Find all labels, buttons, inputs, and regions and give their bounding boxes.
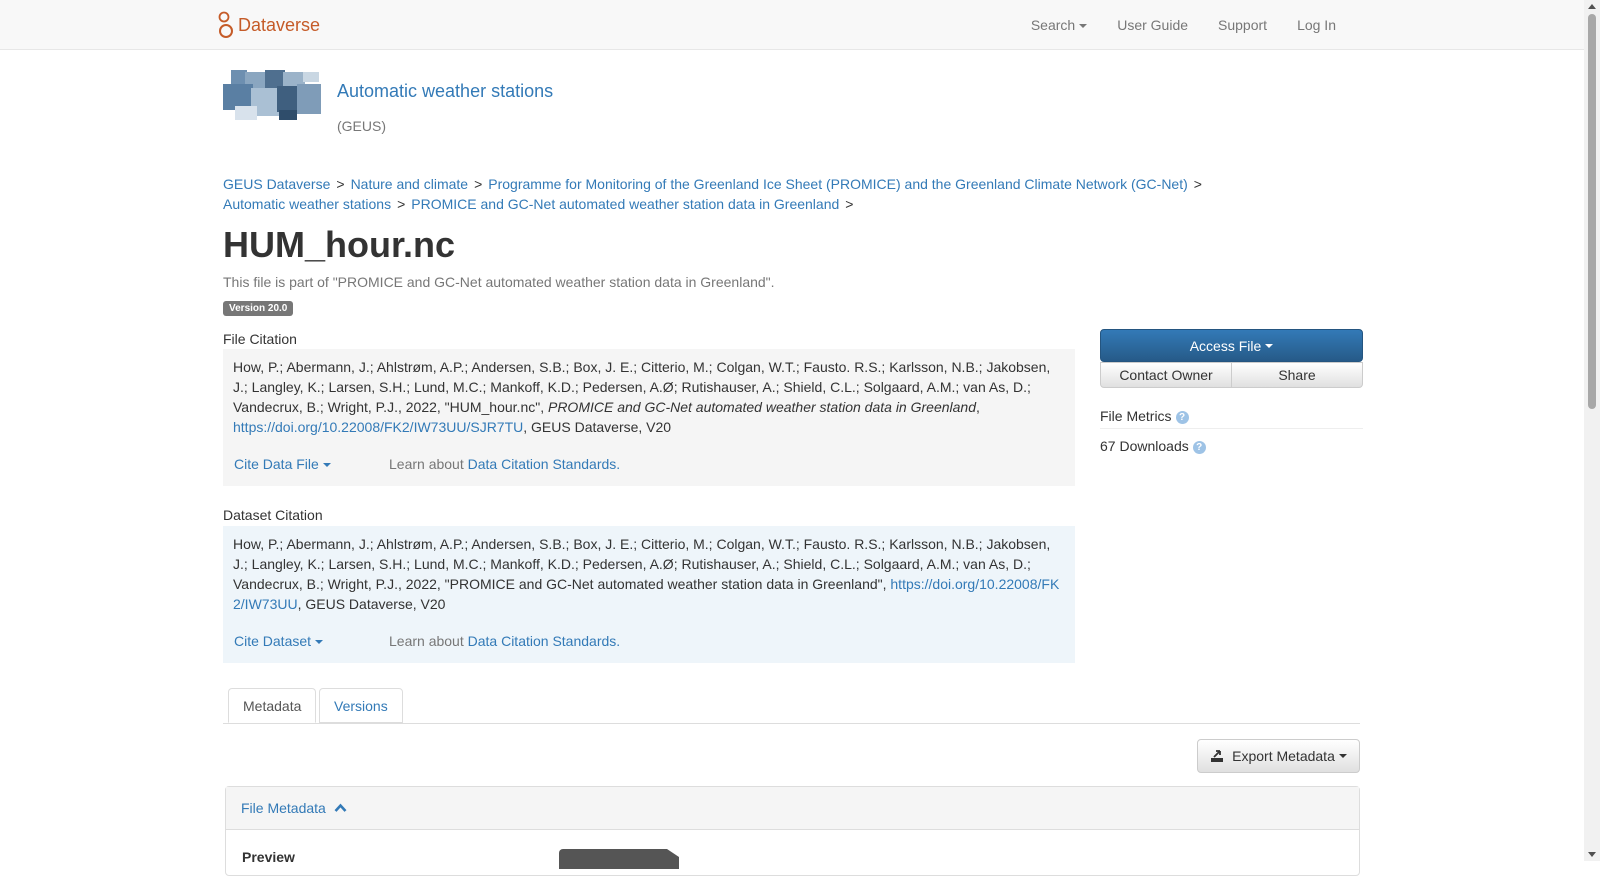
scroll-up-arrow-icon[interactable] (1588, 4, 1596, 9)
citation-publisher-text: , GEUS Dataverse, V20 (297, 596, 446, 612)
breadcrumb: GEUS Dataverse > Nature and climate > Progra… (223, 174, 1223, 214)
preview-thumbnail-shape (559, 849, 679, 869)
file-tabs: Metadata Versions (223, 688, 1360, 724)
tab-versions[interactable]: Versions (319, 688, 403, 723)
brand-logo-link[interactable]: Dataverse (218, 11, 320, 39)
data-citation-standards-link[interactable]: Data Citation Standards. (468, 456, 621, 472)
file-citation-label: File Citation (223, 331, 297, 347)
breadcrumb-separator: > (845, 196, 854, 212)
breadcrumb-separator: > (474, 176, 483, 192)
nav-user-guide[interactable]: User Guide (1117, 17, 1188, 33)
top-navbar: Dataverse Search User Guide Support Log … (0, 0, 1584, 50)
dataverse-logo-icon (218, 11, 233, 38)
caret-down-icon (315, 640, 324, 645)
contact-owner-button[interactable]: Contact Owner (1100, 362, 1232, 388)
export-icon (1211, 750, 1224, 762)
dataset-cite-row: Cite Dataset Learn about Data Citation S… (234, 631, 620, 651)
breadcrumb-item-dataset[interactable]: PROMICE and GC-Net automated weather sta… (411, 196, 839, 212)
export-metadata-button[interactable]: Export Metadata (1197, 739, 1360, 773)
learn-about-text: Learn about Data Citation Standards. (389, 454, 620, 474)
citation-dataset-title: PROMICE and GC-Net automated weather sta… (547, 399, 976, 415)
caret-down-icon (322, 463, 331, 468)
caret-down-icon (1338, 754, 1347, 758)
breadcrumb-item-nature-and-climate[interactable]: Nature and climate (351, 176, 469, 192)
access-file-label: Access File (1189, 337, 1262, 354)
scroll-down-arrow-icon[interactable] (1588, 852, 1596, 857)
file-metrics-label: File Metrics (1100, 408, 1172, 424)
cite-data-file-button[interactable]: Cite Data File (234, 454, 389, 474)
preview-label: Preview (242, 849, 295, 865)
file-doi-link[interactable]: https://doi.org/10.22008/FK2/IW73UU/SJR7… (233, 419, 523, 435)
dataverse-title-link[interactable]: Automatic weather stations (337, 81, 553, 102)
file-citation-text: How, P.; Abermann, J.; Ahlstrøm, A.P.; A… (233, 357, 1065, 437)
data-citation-standards-link[interactable]: Data Citation Standards. (468, 633, 621, 649)
breadcrumb-item-geus-dataverse[interactable]: GEUS Dataverse (223, 176, 330, 192)
caret-down-icon (1265, 343, 1274, 348)
scrollbar-thumb[interactable] (1588, 14, 1596, 409)
caret-down-icon (1079, 23, 1088, 28)
cite-dataset-label: Cite Dataset (234, 633, 312, 649)
nav-support[interactable]: Support (1218, 17, 1267, 33)
downloads-label: 67 Downloads (1100, 438, 1189, 454)
breadcrumb-item-promice-programme[interactable]: Programme for Monitoring of the Greenlan… (488, 176, 1188, 192)
breadcrumb-item-automatic-weather-stations[interactable]: Automatic weather stations (223, 196, 391, 212)
breadcrumb-separator: > (1193, 176, 1202, 192)
citation-comma: , (975, 399, 980, 415)
cite-dataset-button[interactable]: Cite Dataset (234, 631, 389, 651)
breadcrumb-separator: > (336, 176, 345, 192)
file-cite-row: Cite Data File Learn about Data Citation… (234, 454, 620, 474)
question-circle-icon[interactable]: ? (1192, 440, 1206, 454)
owner-share-button-group: Contact Owner Share (1100, 362, 1363, 388)
nav-search-dropdown[interactable]: Search (1030, 16, 1088, 33)
version-badge: Version 20.0 (223, 301, 294, 316)
citation-publisher-text: , GEUS Dataverse, V20 (523, 419, 672, 435)
share-button[interactable]: Share (1232, 362, 1363, 388)
dataset-citation-text: How, P.; Abermann, J.; Ahlstrøm, A.P.; A… (233, 534, 1065, 614)
downloads-count: 67 Downloads? (1100, 438, 1206, 454)
access-file-button[interactable]: Access File (1100, 329, 1363, 362)
file-part-of-text: This file is part of "PROMICE and GC-Net… (223, 274, 775, 290)
nav-search-label: Search (1030, 16, 1076, 33)
nav-menu: Search User Guide Support Log In (1001, 0, 1336, 49)
brand-name: Dataverse (238, 14, 321, 35)
file-metrics-heading: File Metrics? (1100, 408, 1363, 429)
learn-about-prefix: Learn about (389, 633, 464, 649)
dataset-citation-box: How, P.; Abermann, J.; Ahlstrøm, A.P.; A… (223, 526, 1075, 663)
dataset-citation-label: Dataset Citation (223, 507, 323, 523)
question-circle-icon[interactable]: ? (1175, 410, 1189, 424)
file-citation-box: How, P.; Abermann, J.; Ahlstrøm, A.P.; A… (223, 349, 1075, 486)
nav-log-in[interactable]: Log In (1297, 17, 1336, 33)
export-metadata-label: Export Metadata (1232, 748, 1335, 764)
chevron-up-icon[interactable] (334, 803, 347, 813)
breadcrumb-separator: > (397, 196, 406, 212)
dataverse-theme-logo-image (223, 70, 321, 120)
file-metadata-panel-header[interactable]: File Metadata (226, 787, 1359, 830)
tab-metadata[interactable]: Metadata (228, 688, 317, 723)
learn-about-text: Learn about Data Citation Standards. (389, 631, 620, 651)
dataverse-affiliation: (GEUS) (337, 118, 386, 134)
file-metadata-panel: File Metadata Preview (225, 786, 1360, 876)
cite-data-file-label: Cite Data File (234, 456, 319, 472)
page-scrollbar[interactable] (1584, 0, 1600, 861)
file-metadata-toggle-link[interactable]: File Metadata (241, 800, 326, 816)
learn-about-prefix: Learn about (389, 456, 464, 472)
page-title: HUM_hour.nc (223, 224, 456, 265)
